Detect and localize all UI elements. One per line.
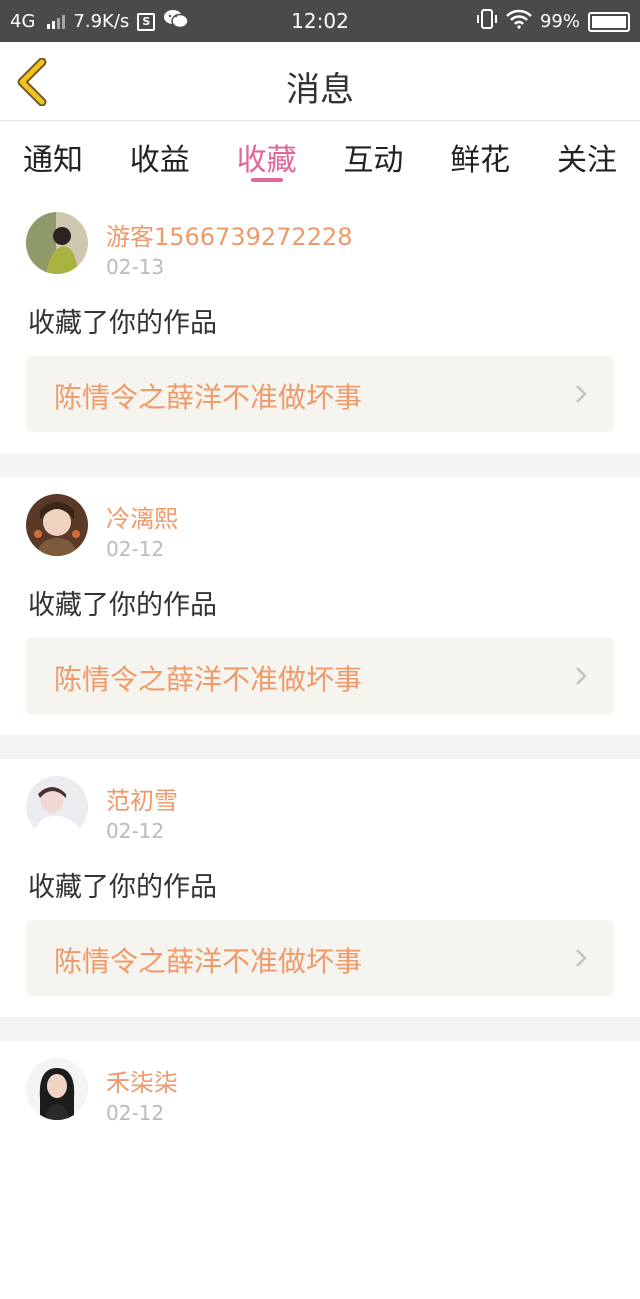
tab-bar: 通知 收益 收藏 互动 鲜花 关注 [0, 121, 640, 191]
tab-label: 通知 [23, 143, 83, 178]
work-title: 陈情令之薛洋不准做坏事 [54, 663, 363, 696]
message-date: 02-13 [106, 255, 165, 279]
username[interactable]: 禾柒柒 [106, 1063, 178, 1098]
tab-label: 收藏 [236, 143, 297, 178]
avatar[interactable] [26, 776, 88, 838]
work-link[interactable]: 陈情令之薛洋不准做坏事 [26, 356, 614, 432]
message-card: 禾柒柒 02-12 [0, 1041, 640, 1299]
tab-label: 互动 [343, 143, 404, 178]
status-right: 99% [476, 9, 630, 34]
tab-favorites[interactable]: 收藏 [214, 121, 320, 191]
chevron-right-icon [576, 385, 587, 403]
tab-follows[interactable]: 关注 [534, 121, 640, 191]
message-list: 游客1566739272228 02-13 收藏了你的作品 陈情令之薛洋不准做坏… [0, 195, 640, 1299]
username[interactable]: 冷漓熙 [106, 499, 178, 534]
message-date: 02-12 [106, 537, 165, 561]
vibrate-icon [476, 9, 498, 34]
tab-label: 鲜花 [450, 143, 511, 178]
message-card: 范初雪 02-12 收藏了你的作品 陈情令之薛洋不准做坏事 [0, 759, 640, 1017]
avatar[interactable] [26, 494, 88, 556]
message-date: 02-12 [106, 1101, 165, 1125]
nav-header: 消息 [0, 42, 640, 121]
tab-label: 关注 [556, 143, 617, 178]
work-title: 陈情令之薛洋不准做坏事 [54, 945, 363, 978]
message-card: 游客1566739272228 02-13 收藏了你的作品 陈情令之薛洋不准做坏… [0, 195, 640, 453]
battery-icon [588, 11, 630, 32]
tab-notifications[interactable]: 通知 [0, 121, 106, 191]
divider [0, 735, 640, 759]
status-bar: 4G 7.9K/s S 12:02 99% [0, 0, 640, 42]
tab-label: 收益 [129, 143, 190, 178]
work-link[interactable]: 陈情令之薛洋不准做坏事 [26, 638, 614, 714]
wifi-icon [506, 9, 532, 34]
username[interactable]: 游客1566739272228 [106, 217, 353, 252]
work-title: 陈情令之薛洋不准做坏事 [54, 381, 363, 414]
chevron-right-icon [576, 949, 587, 967]
username[interactable]: 范初雪 [106, 781, 178, 816]
work-link[interactable]: 陈情令之薛洋不准做坏事 [26, 920, 614, 996]
message-date: 02-12 [106, 819, 165, 843]
chevron-right-icon [576, 667, 587, 685]
active-tab-indicator [250, 178, 283, 182]
message-text: 收藏了你的作品 [28, 872, 217, 903]
tab-flowers[interactable]: 鲜花 [427, 121, 533, 191]
message-text: 收藏了你的作品 [28, 308, 217, 339]
avatar[interactable] [26, 212, 88, 274]
battery-percent: 99% [539, 11, 580, 32]
divider [0, 1017, 640, 1041]
tab-interactions[interactable]: 互动 [320, 121, 426, 191]
divider [0, 453, 640, 477]
tab-earnings[interactable]: 收益 [107, 121, 213, 191]
page-title: 消息 [286, 70, 354, 110]
message-card: 冷漓熙 02-12 收藏了你的作品 陈情令之薛洋不准做坏事 [0, 477, 640, 735]
message-text: 收藏了你的作品 [28, 590, 217, 621]
avatar[interactable] [26, 1058, 88, 1120]
